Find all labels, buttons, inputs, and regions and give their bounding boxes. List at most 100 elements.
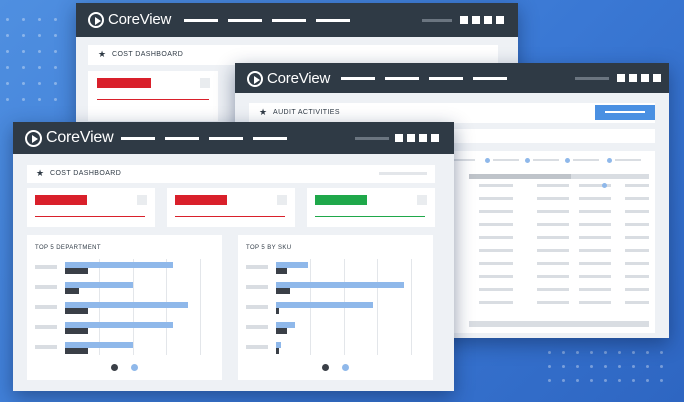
nav-item[interactable] bbox=[316, 19, 350, 22]
toolbar-square-icon[interactable] bbox=[419, 134, 427, 142]
nav-item[interactable] bbox=[209, 137, 243, 140]
bar-secondary[interactable] bbox=[276, 328, 287, 334]
category-label-placeholder bbox=[35, 265, 57, 269]
nav-search-bar[interactable] bbox=[422, 19, 452, 22]
nav-item[interactable] bbox=[473, 77, 507, 80]
pager-dot[interactable] bbox=[131, 364, 138, 371]
bar-secondary[interactable] bbox=[65, 328, 88, 334]
toolbar-square-icon[interactable] bbox=[407, 134, 415, 142]
toolbar-square-icon[interactable] bbox=[431, 134, 439, 142]
table-scroll-thumb[interactable] bbox=[469, 174, 571, 179]
pager-dot-active[interactable] bbox=[111, 364, 118, 371]
kpi-icon bbox=[200, 78, 210, 88]
star-icon[interactable]: ★ bbox=[36, 169, 44, 178]
bar-secondary[interactable] bbox=[276, 268, 287, 274]
category-label-placeholder bbox=[246, 285, 268, 289]
table-cell bbox=[537, 197, 569, 200]
table-cell bbox=[579, 197, 611, 200]
action-button[interactable] bbox=[595, 105, 655, 120]
bar-primary[interactable] bbox=[276, 302, 373, 308]
kpi-value-bar bbox=[175, 195, 227, 205]
bar-secondary[interactable] bbox=[276, 308, 279, 314]
kpi-value-bar bbox=[315, 195, 367, 205]
table-cell bbox=[625, 288, 649, 291]
category-label-placeholder bbox=[246, 345, 268, 349]
toolbar-square-icon[interactable] bbox=[496, 16, 504, 24]
toolbar-square-icon[interactable] bbox=[617, 74, 625, 82]
bar-secondary[interactable] bbox=[65, 288, 79, 294]
table-cell bbox=[479, 288, 513, 291]
star-icon[interactable]: ★ bbox=[259, 108, 267, 117]
kpi-card[interactable] bbox=[27, 188, 155, 227]
kpi-value-bar bbox=[97, 78, 151, 88]
toolbar-square-icon[interactable] bbox=[395, 134, 403, 142]
nav-item[interactable] bbox=[429, 77, 463, 80]
panel-title: COST DASHBOARD bbox=[112, 51, 184, 58]
table-cell bbox=[579, 236, 611, 239]
kpi-icon bbox=[417, 195, 427, 205]
bar-secondary[interactable] bbox=[276, 348, 279, 354]
filter-chip-label[interactable] bbox=[493, 159, 519, 161]
logo-text: CoreView bbox=[267, 70, 331, 87]
table-cell bbox=[479, 275, 513, 278]
toolbar-square-icon[interactable] bbox=[472, 16, 480, 24]
kpi-value-bar bbox=[35, 195, 87, 205]
bar-secondary[interactable] bbox=[65, 348, 88, 354]
filter-chip-dot[interactable] bbox=[525, 158, 530, 163]
nav-item[interactable] bbox=[184, 19, 218, 22]
nav-item[interactable] bbox=[165, 137, 199, 140]
panel-title: COST DASHBOARD bbox=[50, 170, 122, 177]
header-filter-placeholder[interactable] bbox=[379, 172, 427, 175]
table-cell bbox=[579, 262, 611, 265]
chart-title: TOP 5 BY SKU bbox=[246, 245, 292, 251]
row-marker-dot[interactable] bbox=[602, 183, 607, 188]
table-cell bbox=[479, 249, 513, 252]
nav-item[interactable] bbox=[272, 19, 306, 22]
chart-gridline bbox=[411, 259, 412, 355]
filter-chip-label[interactable] bbox=[573, 159, 599, 161]
kpi-icon bbox=[277, 195, 287, 205]
nav-item[interactable] bbox=[121, 137, 155, 140]
pager-dot[interactable] bbox=[342, 364, 349, 371]
nav-search-bar[interactable] bbox=[575, 77, 609, 80]
filter-chip-label[interactable] bbox=[533, 159, 559, 161]
pager-dot-active[interactable] bbox=[322, 364, 329, 371]
toolbar-square-icon[interactable] bbox=[641, 74, 649, 82]
bar-secondary[interactable] bbox=[65, 308, 88, 314]
chart-title: TOP 5 DEPARTMENT bbox=[35, 245, 101, 251]
table-cell bbox=[537, 236, 569, 239]
table-footer-bar[interactable] bbox=[469, 321, 649, 327]
kpi-card[interactable] bbox=[88, 71, 218, 121]
nav-item[interactable] bbox=[341, 77, 375, 80]
window-titlebar: CoreView bbox=[13, 122, 454, 154]
toolbar-square-icon[interactable] bbox=[629, 74, 637, 82]
table-cell bbox=[479, 236, 513, 239]
panel-header: ★ COST DASHBOARD bbox=[88, 45, 498, 65]
toolbar-square-icon[interactable] bbox=[484, 16, 492, 24]
table-cell bbox=[537, 275, 569, 278]
panel-header: ★ COST DASHBOARD bbox=[27, 165, 435, 183]
bar-primary[interactable] bbox=[276, 282, 404, 288]
star-icon[interactable]: ★ bbox=[98, 50, 106, 59]
table-cell bbox=[537, 210, 569, 213]
nav-search-bar[interactable] bbox=[355, 137, 389, 140]
kpi-card[interactable] bbox=[167, 188, 295, 227]
chart-card-top5-by-sku: TOP 5 BY SKU bbox=[238, 235, 433, 380]
nav-item[interactable] bbox=[385, 77, 419, 80]
table-cell bbox=[579, 288, 611, 291]
category-label-placeholder bbox=[246, 265, 268, 269]
toolbar-square-icon[interactable] bbox=[653, 74, 661, 82]
filter-chip-dot[interactable] bbox=[565, 158, 570, 163]
table-cell bbox=[625, 236, 649, 239]
nav-item[interactable] bbox=[228, 19, 262, 22]
filter-chip-dot[interactable] bbox=[485, 158, 490, 163]
bar-secondary[interactable] bbox=[65, 268, 88, 274]
nav-item[interactable] bbox=[253, 137, 287, 140]
toolbar-square-icon[interactable] bbox=[460, 16, 468, 24]
kpi-card[interactable] bbox=[307, 188, 435, 227]
table-cell bbox=[579, 301, 611, 304]
filter-chip-label[interactable] bbox=[615, 159, 641, 161]
category-label-placeholder bbox=[35, 325, 57, 329]
filter-chip-dot[interactable] bbox=[607, 158, 612, 163]
bar-secondary[interactable] bbox=[276, 288, 290, 294]
